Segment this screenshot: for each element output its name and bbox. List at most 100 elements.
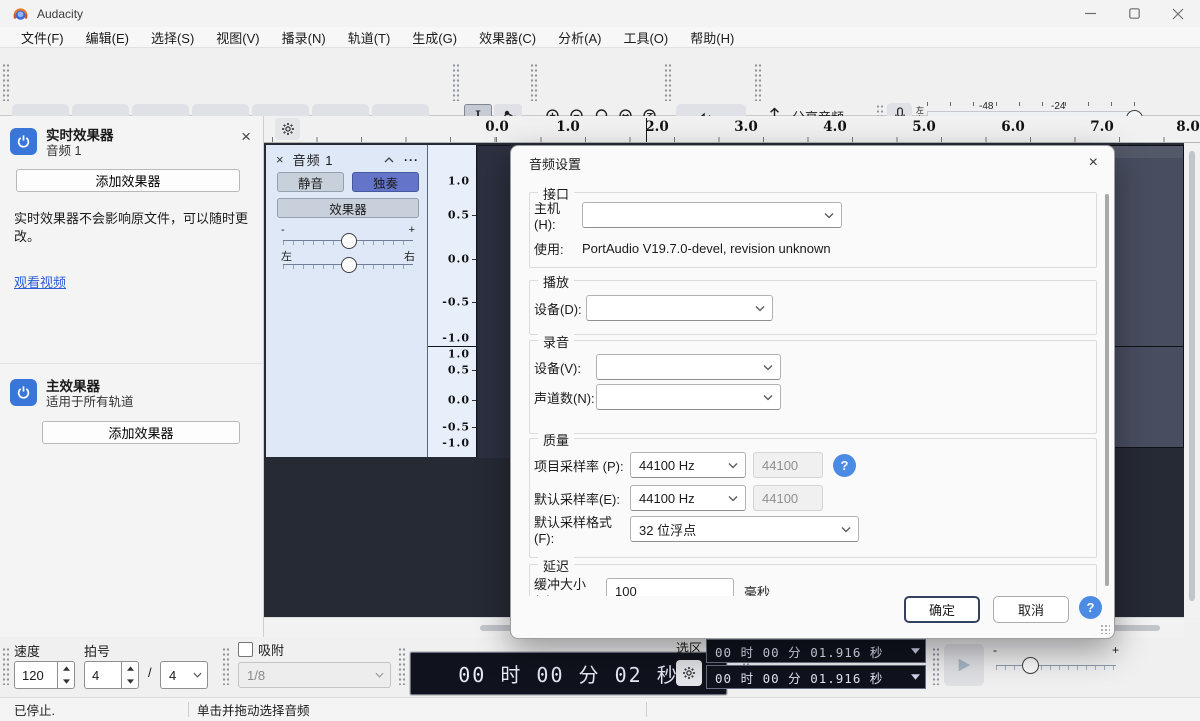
tempo-value[interactable]: 120 — [14, 661, 58, 689]
menu-transport[interactable]: 播录(N) — [271, 28, 337, 47]
menu-select[interactable]: 选择(S) — [140, 28, 205, 47]
selection-end-value: 00 时 00 分 01.916 秒 — [715, 668, 883, 687]
timeline-tick-label: 2.0 — [645, 119, 669, 135]
menu-edit[interactable]: 编辑(E) — [75, 28, 140, 47]
dialog-scrollbar[interactable] — [1105, 194, 1109, 586]
timesig-upper-value[interactable]: 4 — [84, 661, 122, 689]
edit-toolbar-grip[interactable] — [530, 63, 538, 101]
menu-generate[interactable]: 生成(G) — [401, 28, 468, 47]
menu-analyze[interactable]: 分析(A) — [547, 28, 612, 47]
play-speed-knob[interactable] — [1022, 657, 1039, 674]
dialog-help-button[interactable]: ? — [1079, 596, 1102, 619]
audacity-logo-icon — [12, 5, 29, 22]
default-rate-value: 44100 Hz — [639, 491, 695, 506]
waveform-selected-region[interactable] — [478, 145, 511, 458]
track-menu-button[interactable]: ··· — [404, 153, 419, 167]
vertical-scrollbar[interactable] — [1184, 143, 1200, 617]
selection-options-button[interactable] — [676, 660, 702, 686]
gain-slider[interactable]: - + — [277, 227, 419, 253]
time-toolbar-grip[interactable] — [2, 647, 10, 685]
vertical-scale-ruler[interactable]: 1.0 0.5 0.0 -0.5 -1.0 1.0 0.5 0.0 -0.5 -… — [428, 145, 477, 457]
minimize-button[interactable] — [1068, 0, 1112, 27]
gain-max-label: + — [409, 224, 415, 236]
scale-label: 0.0 — [448, 253, 470, 266]
watch-video-link[interactable]: 观看视频 — [14, 272, 66, 291]
track-drag-affordance[interactable] — [1109, 146, 1183, 158]
tempo-spinbox[interactable]: 120 — [14, 661, 75, 689]
snap-toolbar-grip[interactable] — [222, 647, 230, 685]
selection-start-display[interactable]: 00 时 00 分 01.916 秒 — [706, 639, 926, 663]
menu-effect[interactable]: 效果器(C) — [468, 28, 547, 47]
window-controls — [1068, 0, 1200, 27]
time-display-grip[interactable] — [398, 647, 406, 685]
track-effects-button[interactable]: 效果器 — [277, 198, 419, 218]
mute-button[interactable]: 静音 — [277, 172, 344, 192]
play-at-speed-grip[interactable] — [932, 647, 940, 685]
chevron-down-icon — [763, 394, 773, 401]
channel-divider — [1109, 346, 1183, 347]
realtime-power-button[interactable] — [10, 128, 37, 155]
dialog-title: 音频设置 — [529, 154, 581, 173]
snap-interval-combo[interactable]: 1/8 — [238, 662, 391, 688]
ok-button[interactable]: 确定 — [904, 596, 980, 623]
timesig-upper-spinbox[interactable]: 4 — [84, 661, 139, 689]
snap-checkbox[interactable] — [238, 642, 253, 657]
play-at-speed-button[interactable] — [944, 644, 984, 686]
share-toolbar-grip[interactable] — [754, 63, 762, 101]
latency-group-label: 延迟 — [538, 556, 574, 575]
pan-slider-knob[interactable] — [341, 257, 357, 273]
default-rate-combo[interactable]: 44100 Hz — [630, 485, 746, 511]
play-speed-slider[interactable]: - + — [994, 647, 1118, 677]
gear-icon — [281, 122, 295, 136]
project-rate-help-button[interactable]: ? — [833, 454, 856, 477]
cancel-button[interactable]: 取消 — [993, 596, 1069, 623]
default-format-combo[interactable]: 32 位浮点 — [630, 516, 859, 542]
gain-slider-knob[interactable] — [341, 233, 357, 249]
transport-toolbar-grip[interactable] — [2, 63, 10, 101]
dialog-close-icon[interactable]: × — [1089, 154, 1098, 172]
host-combo[interactable] — [582, 202, 842, 228]
menu-file[interactable]: 文件(F) — [10, 28, 75, 47]
recording-group-label: 录音 — [538, 332, 574, 351]
chevron-down-icon — [755, 305, 765, 312]
status-bar: 已停止. 单击并拖动选择音频 — [0, 697, 1200, 721]
tools-toolbar-grip[interactable] — [452, 63, 460, 101]
track-collapse-icon[interactable] — [384, 157, 394, 163]
dialog-resize-grip[interactable] — [1100, 624, 1110, 634]
add-effect-button[interactable]: 添加效果器 — [16, 169, 240, 192]
panel-close-icon[interactable]: × — [241, 128, 251, 145]
timesig-label: 拍号 — [84, 641, 110, 660]
timeline-tick-label: 0.0 — [485, 119, 509, 135]
menu-tools[interactable]: 工具(O) — [612, 28, 679, 47]
title-bar: Audacity — [0, 0, 1200, 27]
channels-combo[interactable] — [596, 384, 781, 410]
setup-toolbar-grip[interactable] — [664, 63, 672, 101]
track-name[interactable]: 音频 1 — [293, 150, 334, 169]
power-icon — [16, 385, 31, 400]
pan-slider[interactable]: 左 右 — [277, 251, 419, 277]
timesig-lower-combo[interactable]: 4 — [160, 661, 208, 689]
timeline-tick-label: 4.0 — [823, 119, 847, 135]
track-close-icon[interactable]: × — [276, 152, 284, 167]
waveform-area[interactable] — [1108, 145, 1184, 448]
tempo-down-icon — [58, 675, 74, 688]
project-rate-combo[interactable]: 44100 Hz — [630, 452, 746, 478]
realtime-effects-title: 实时效果器 — [46, 128, 114, 144]
dialog-content: 接口 主机(H): 使用: PortAudio V19.7.0-devel, r… — [511, 180, 1114, 596]
recording-device-combo[interactable] — [596, 354, 781, 380]
snap-checkbox-row[interactable]: 吸附 — [238, 640, 284, 659]
menu-view[interactable]: 视图(V) — [205, 28, 270, 47]
vertical-scrollbar-thumb[interactable] — [1189, 151, 1195, 601]
master-add-effect-button[interactable]: 添加效果器 — [42, 421, 240, 444]
close-button[interactable] — [1156, 0, 1200, 27]
selection-start-value: 00 时 00 分 01.916 秒 — [715, 642, 883, 661]
selection-end-display[interactable]: 00 时 00 分 01.916 秒 — [706, 665, 926, 689]
menu-help[interactable]: 帮助(H) — [679, 28, 745, 47]
timeline-ruler[interactable]: 0.0 1.0 2.0 3.0 4.0 5.0 6.0 7.0 8.0 — [264, 116, 1200, 143]
maximize-button[interactable] — [1112, 0, 1156, 27]
master-power-button[interactable] — [10, 379, 37, 406]
solo-button[interactable]: 独奏 — [352, 172, 419, 192]
playback-device-combo[interactable] — [586, 295, 773, 321]
menu-tracks[interactable]: 轨道(T) — [337, 28, 402, 47]
status-state: 已停止. — [14, 700, 184, 719]
